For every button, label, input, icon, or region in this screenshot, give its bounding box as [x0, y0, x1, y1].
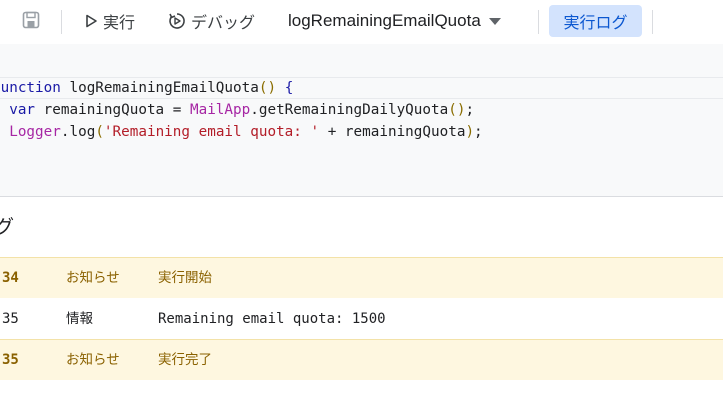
save-icon: [21, 10, 41, 35]
chevron-down-icon: [488, 17, 501, 25]
code-line-3: Logger.log('Remaining email quota: ' + r…: [9, 124, 483, 140]
toolbar-divider: [652, 10, 653, 34]
log-type: お知らせ: [66, 270, 120, 286]
log-type: 情報: [66, 311, 93, 327]
log-message: 実行完了: [158, 352, 212, 368]
debug-icon: [168, 12, 186, 30]
code-editor[interactable]: function logRemainingEmailQuota() { var …: [0, 44, 723, 196]
code-line-2: var remainingQuota = MailApp.getRemainin…: [9, 102, 475, 118]
log-row: 34 お知らせ 実行開始: [0, 257, 723, 298]
debug-button[interactable]: デバッグ: [168, 7, 255, 35]
toolbar-divider: [61, 10, 62, 34]
debug-button-label: デバッグ: [191, 15, 256, 32]
execution-log-button[interactable]: 実行ログ: [549, 5, 642, 37]
log-row: 35 お知らせ 実行完了: [0, 339, 723, 380]
save-button[interactable]: [18, 9, 44, 35]
code-line-1: function logRemainingEmailQuota() {: [0, 80, 294, 96]
log-time: 34: [2, 270, 19, 286]
log-panel-title: グ: [0, 217, 15, 238]
log-message: 実行開始: [158, 270, 212, 286]
log-message: Remaining email quota: 1500: [158, 311, 386, 327]
log-time: 35: [2, 352, 19, 368]
log-row: 35 情報 Remaining email quota: 1500: [0, 299, 723, 339]
function-select[interactable]: logRemainingEmailQuota: [288, 7, 501, 35]
toolbar-divider: [538, 10, 539, 34]
apps-script-editor: 実行 デバッグ logRemainingEmailQuota 実行ログ func…: [0, 0, 723, 411]
log-time: 35: [2, 311, 19, 327]
log-type: お知らせ: [66, 352, 120, 368]
toolbar: 実行 デバッグ logRemainingEmailQuota 実行ログ: [0, 0, 723, 45]
function-select-value: logRemainingEmailQuota: [288, 11, 481, 30]
run-button[interactable]: 実行: [84, 7, 135, 35]
editor-divider: [0, 196, 723, 197]
play-icon: [84, 14, 98, 28]
run-button-label: 実行: [103, 15, 136, 32]
